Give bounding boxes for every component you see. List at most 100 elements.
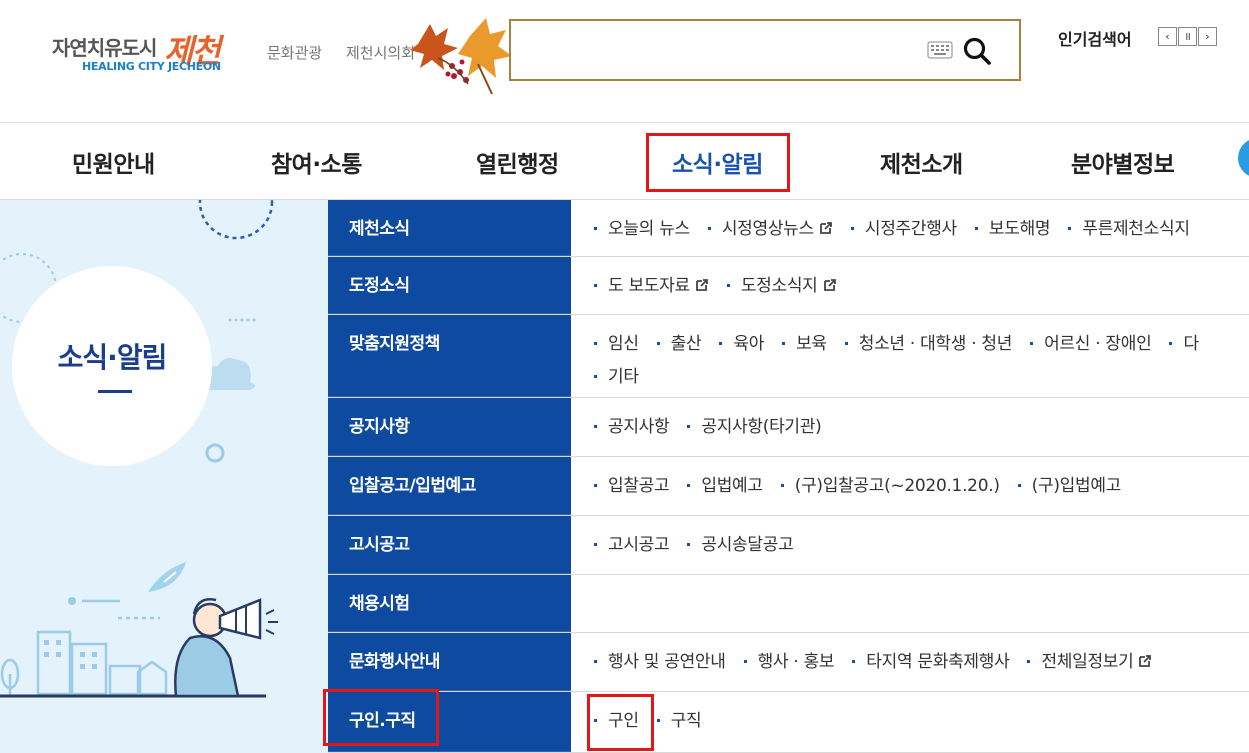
pause-keyword-button[interactable]: ॥ — [1178, 27, 1197, 46]
sitemap-link[interactable]: 어르신 · 장애인 — [1030, 333, 1152, 355]
sitemap-link[interactable]: 보육 — [782, 333, 827, 355]
sitemap-link-label: (구)입찰공고(~2020.1.20.) — [794, 476, 1000, 496]
sitemap-link-label: 입찰공고 — [608, 476, 670, 496]
search-input[interactable] — [509, 19, 1021, 81]
autumn-leaves-decoration — [410, 18, 512, 95]
sitemap-link-label: 보육 — [796, 334, 827, 354]
gnb-item-open-admin[interactable]: 열린행정 — [476, 145, 559, 179]
sitemap-row: 제천소식 오늘의 뉴스 시정영상뉴스 시정주간행사 보도해명 푸른제천소식지 — [328, 200, 1249, 257]
logo-korean-text: 자연치유도시 — [52, 36, 157, 60]
section-title-badge: 소식·알림 — [12, 266, 212, 466]
sitemap-link[interactable]: 타지역 문화축제행사 — [852, 651, 1009, 673]
sitemap-link[interactable]: 푸른제천소식지 — [1068, 218, 1190, 240]
sitemap-row: 도정소식 도 보도자료 도정소식지 — [328, 257, 1249, 315]
sitemap-link-label: 공지사항 — [608, 417, 670, 437]
sitemap-link-label: 행사 및 공연안내 — [608, 652, 726, 672]
sitemap-row-head[interactable]: 입찰공고/입법예고 — [328, 457, 571, 515]
sitemap-link[interactable]: 다 — [1169, 333, 1199, 355]
sitemap-link[interactable]: 보도해명 — [975, 218, 1051, 240]
sitemap-row-links: 구인 구직 — [594, 705, 1249, 738]
logo-english-text: HEALING CITY JECHEON — [82, 60, 221, 73]
sitemap-row-head[interactable]: 채용시험 — [328, 575, 571, 632]
sitemap-link-label: 공시송달공고 — [701, 535, 794, 555]
sitemap-link-label: 시정주간행사 — [864, 219, 957, 239]
sitemap-row-links: 임신 출산 육아 보육 청소년 · 대학생 · 청년 어르신 · 장애인 다기타 — [594, 328, 1249, 394]
sitemap-link[interactable]: 구인 — [594, 710, 639, 732]
sitemap-link[interactable]: 오늘의 뉴스 — [594, 218, 690, 240]
sitemap-link-label: 출산 — [670, 334, 702, 354]
sitemap-link[interactable]: 전체일정보기 — [1027, 651, 1152, 673]
util-link-culture-tourism[interactable]: 문화관광 — [267, 42, 322, 63]
sitemap-link[interactable]: 행사 · 홍보 — [744, 651, 835, 673]
sitemap-row-links: 공지사항 공지사항(타기관) — [594, 411, 1249, 444]
sitemap-link[interactable]: (구)입법예고 — [1018, 475, 1122, 497]
sitemap-row: 문화행사안내 행사 및 공연안내 행사 · 홍보 타지역 문화축제행사 전체일정보기 — [328, 633, 1249, 692]
keyboard-icon[interactable] — [927, 41, 953, 59]
sitemap-row-head[interactable]: 맞춤지원정책 — [328, 315, 571, 397]
sitemap-link[interactable]: 육아 — [719, 333, 764, 355]
sitemap-link-label: 다 — [1183, 334, 1199, 354]
sitemap-row-links: 행사 및 공연안내 행사 · 홍보 타지역 문화축제행사 전체일정보기 — [594, 646, 1249, 679]
popular-keywords-controls: ‹ ॥ › — [1158, 27, 1218, 46]
sitemap-link[interactable]: 구직 — [657, 710, 702, 732]
sitemap-link[interactable]: 기타 — [594, 366, 639, 388]
section-visual-panel: 소식·알림 — [0, 200, 328, 753]
sitemap-link[interactable]: 공지사항 — [594, 416, 670, 438]
sitemap-row-head[interactable]: 제천소식 — [328, 200, 571, 256]
sitemap-link[interactable]: 도 보도자료 — [594, 275, 709, 297]
sitemap-row-links: 입찰공고 입법예고 (구)입찰공고(~2020.1.20.) (구)입법예고 — [594, 470, 1249, 503]
sitemap-row-head[interactable]: 문화행사안내 — [328, 633, 571, 691]
sitemap-link-label: 육아 — [733, 334, 765, 354]
sitemap-row: 채용시험 — [328, 575, 1249, 633]
sitemap-link[interactable]: 청소년 · 대학생 · 청년 — [845, 333, 1013, 355]
sitemap-link[interactable]: 시정영상뉴스 — [708, 218, 833, 240]
sitemap-link-label: 행사 · 홍보 — [757, 652, 835, 672]
sitemap-link[interactable]: 출산 — [657, 333, 702, 355]
site-header: 자연치유도시 제천 HEALING CITY JECHEON 문화관광 제천시의… — [0, 0, 1249, 122]
search-icon[interactable] — [961, 35, 993, 67]
sitemap-link[interactable]: 임신 — [594, 333, 639, 355]
sitemap-link-label: 구직 — [670, 711, 702, 731]
sitemap-link-label: 전체일정보기 — [1041, 652, 1134, 672]
gnb-item-news[interactable]: 소식·알림 — [672, 145, 763, 179]
sitemap-row-head[interactable]: 고시공고 — [328, 516, 571, 574]
sitemap-row-head[interactable]: 도정소식 — [328, 257, 571, 314]
sitemap-row: 입찰공고/입법예고 입찰공고 입법예고 (구)입찰공고(~2020.1.20.) (구… — [328, 457, 1249, 516]
sitemap-link-label: 구인 — [608, 711, 639, 731]
sitemap-link-label: 기타 — [608, 367, 639, 387]
main-navigation: 민원안내 참여·소통 열린행정 소식·알림 제천소개 분야별정보 — [0, 122, 1249, 200]
sitemap-link-label: (구)입법예고 — [1031, 476, 1122, 496]
util-link-city-council[interactable]: 제천시의회 — [346, 42, 415, 63]
sitemap-link-label: 시정영상뉴스 — [721, 219, 814, 239]
site-logo[interactable]: 자연치유도시 제천 HEALING CITY JECHEON — [52, 26, 248, 76]
sitemap-link[interactable]: 고시공고 — [594, 534, 670, 556]
sitemap-link[interactable]: 입찰공고 — [594, 475, 670, 497]
sitemap-link-label: 도정소식지 — [740, 276, 818, 296]
section-title: 소식·알림 — [57, 341, 168, 374]
sitemap-link[interactable]: 행사 및 공연안내 — [594, 651, 726, 673]
external-link-icon — [819, 222, 832, 234]
gnb-item-about-jecheon[interactable]: 제천소개 — [880, 145, 963, 179]
popular-keywords-label: 인기검색어 — [1058, 30, 1132, 49]
next-keyword-button[interactable]: › — [1198, 27, 1217, 46]
sitemap-link[interactable]: 도정소식지 — [727, 275, 837, 297]
gnb-item-participation[interactable]: 참여·소통 — [271, 145, 362, 179]
sitemap-link[interactable]: 공지사항(타기관) — [687, 416, 821, 438]
sitemap-link[interactable]: 입법예고 — [687, 475, 763, 497]
external-link-icon — [1139, 655, 1152, 667]
gnb-item-civil-service[interactable]: 민원안내 — [72, 145, 155, 179]
sitemap-link-label: 공지사항(타기관) — [701, 417, 822, 437]
sitemap-link-label: 타지역 문화축제행사 — [866, 652, 1010, 672]
sitemap-link[interactable]: 공시송달공고 — [687, 534, 793, 556]
sitemap-link[interactable]: (구)입찰공고(~2020.1.20.) — [781, 475, 1000, 497]
gnb-item-field-info[interactable]: 분야별정보 — [1071, 145, 1175, 179]
sitemap-link[interactable]: 시정주간행사 — [851, 218, 957, 240]
sitemap-link-label: 입법예고 — [701, 476, 763, 496]
sitemap-row: 고시공고 고시공고 공시송달공고 — [328, 516, 1249, 575]
external-link-icon — [823, 279, 836, 291]
sitemap-link-label: 어르신 · 장애인 — [1044, 334, 1152, 354]
sitemap-row-head[interactable]: 구인.구직 — [328, 692, 571, 752]
prev-keyword-button[interactable]: ‹ — [1158, 27, 1177, 46]
external-link-icon — [695, 279, 708, 291]
sitemap-row-head[interactable]: 공지사항 — [328, 398, 571, 456]
